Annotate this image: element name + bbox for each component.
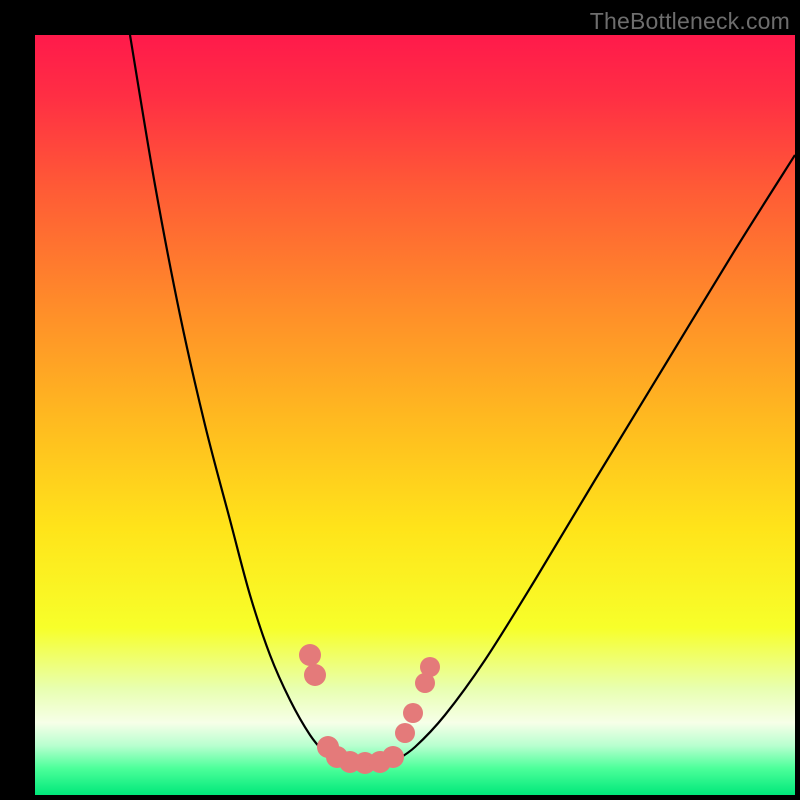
curve-right-branch [395,155,795,761]
watermark-text: TheBottleneck.com [590,8,790,35]
chart-svg [35,35,795,795]
data-marker [395,723,415,743]
plot-area [35,35,795,795]
data-marker [299,644,321,666]
marker-group [299,644,440,774]
data-marker [403,703,423,723]
data-marker [304,664,326,686]
data-marker [420,657,440,677]
data-marker [382,746,404,768]
outer-frame: TheBottleneck.com [0,0,800,800]
